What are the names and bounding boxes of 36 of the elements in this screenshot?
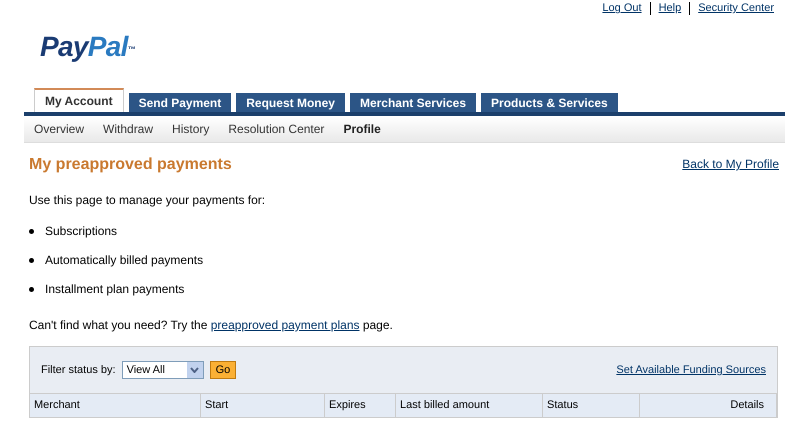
column-header: Details bbox=[640, 394, 777, 417]
nav-tab[interactable]: Request Money bbox=[236, 93, 345, 112]
subnav-link[interactable]: Withdraw bbox=[103, 120, 154, 138]
column-header: Expires bbox=[325, 394, 396, 417]
subnav-link[interactable]: Profile bbox=[343, 120, 381, 138]
subnav-link[interactable]: Overview bbox=[34, 120, 84, 138]
nav-tab[interactable]: Merchant Services bbox=[350, 93, 476, 112]
top-link[interactable]: Security Center bbox=[698, 0, 774, 17]
dropdown-icon bbox=[186, 362, 203, 378]
top-link[interactable]: Help bbox=[658, 0, 682, 17]
nav-tab[interactable]: Send Payment bbox=[128, 93, 232, 112]
intro-text: Use this page to manage your payments for: bbox=[28, 192, 266, 209]
paypal-logo: PayPal$^{™}$ bbox=[40, 30, 135, 64]
bullet-icon bbox=[29, 258, 34, 262]
bullet-text: Automatically billed payments bbox=[45, 252, 204, 269]
column-header: Merchant bbox=[30, 394, 201, 417]
bullet-text: Subscriptions bbox=[45, 223, 118, 240]
status-select[interactable]: View All bbox=[122, 361, 204, 379]
top-link[interactable]: Log Out bbox=[602, 0, 642, 17]
filter-label: Filter status by: bbox=[41, 362, 116, 378]
subnav-link[interactable]: History bbox=[172, 120, 210, 138]
column-header: Start bbox=[201, 394, 325, 417]
funding-link[interactable]: Set Available Funding Sources bbox=[616, 362, 766, 378]
column-header: Status bbox=[543, 394, 640, 417]
column-header: Last billed amount bbox=[396, 394, 543, 417]
nav-tab[interactable]: My Account bbox=[34, 88, 124, 112]
bullet-icon bbox=[29, 286, 34, 292]
bullet-text: Installment plan payments bbox=[45, 281, 184, 298]
back-link[interactable]: Back to My Profile bbox=[682, 155, 779, 173]
go-button[interactable]: Go bbox=[210, 361, 236, 379]
nav-tab[interactable]: Products & Services bbox=[481, 93, 618, 112]
plans-link[interactable]: preapproved payment plans bbox=[210, 318, 360, 332]
help-text: Can't find what you need? Try the preapproved payment plans page. bbox=[28, 317, 394, 334]
page-heading: My preapproved payments bbox=[29, 155, 232, 175]
bullet-icon bbox=[29, 228, 34, 234]
subnav-link[interactable]: Resolution Center bbox=[228, 120, 324, 138]
